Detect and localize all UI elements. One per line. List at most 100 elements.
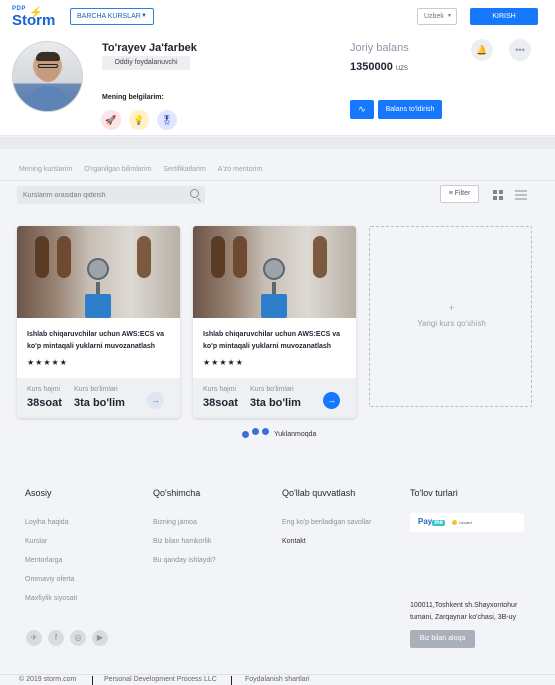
footer-divider xyxy=(0,674,555,675)
course-footer: Kurs hajmi 38soat Kurs bo'limlari 3ta bo… xyxy=(193,378,356,418)
payment-methods: Pay me Uzcard xyxy=(410,513,524,532)
footer-heading-main: Asosiy xyxy=(25,488,52,498)
footer-link[interactable]: Ommaviy oferta xyxy=(25,576,74,583)
footer-link[interactable]: Bizning jamoa xyxy=(153,519,197,526)
modules-label: Kurs bo'limlari xyxy=(74,386,118,393)
medal-icon[interactable]: 🎖 xyxy=(157,110,177,130)
grid-view-icon[interactable] xyxy=(493,190,503,200)
balance-amount: 1350000 UZS xyxy=(350,61,408,73)
footer-link[interactable]: Kurslar xyxy=(25,538,47,545)
payme-logo: Pay me xyxy=(418,517,445,526)
avatar xyxy=(12,41,83,112)
terms-link[interactable]: Foydalanish shartlari xyxy=(245,676,310,683)
logo[interactable]: PDP ⚡ Storm xyxy=(12,6,64,30)
tabs-divider xyxy=(0,180,555,181)
bulb-icon[interactable]: 💡 xyxy=(129,110,149,130)
filter-icon: ≡ xyxy=(448,190,453,197)
separator xyxy=(231,676,232,685)
separator xyxy=(92,676,93,685)
search-icon[interactable] xyxy=(190,189,199,198)
course-footer: Kurs hajmi 38soat Kurs bo'limlari 3ta bo… xyxy=(17,378,180,418)
login-button[interactable]: KIRISH xyxy=(470,8,538,25)
course-title[interactable]: Ishlab chiqaruvchilar uchun AWS:ECS va k… xyxy=(203,329,349,353)
facebook-icon[interactable]: f xyxy=(48,630,64,646)
course-card[interactable]: Ishlab chiqaruvchilar uchun AWS:ECS va k… xyxy=(193,226,356,418)
section-divider xyxy=(0,137,555,149)
footer-link[interactable]: Bu qanday ishlaydi? xyxy=(153,557,216,564)
modules-value: 3ta bo'lim xyxy=(250,397,301,409)
loading-dot xyxy=(242,431,249,438)
bell-icon[interactable]: 🔔 xyxy=(471,39,493,61)
courses-dropdown[interactable]: BARCHA KURSLAR ▼ xyxy=(70,8,154,25)
modules-value: 3ta bo'lim xyxy=(74,397,125,409)
copyright: © 2019 storm.com xyxy=(19,676,77,683)
avatar-glasses xyxy=(38,64,58,68)
footer-heading-extra: Qo'shimcha xyxy=(153,488,201,498)
filter-button[interactable]: ≡ Filter xyxy=(440,185,479,203)
footer-link[interactable]: Mentorlarga xyxy=(25,557,62,564)
topup-button[interactable]: Balans to'ldirish xyxy=(378,100,442,119)
add-course-label: Yangi kurs qo'shish xyxy=(417,319,486,328)
language-label: Uzbek xyxy=(424,13,444,20)
user-name: To'rayev Ja'farbek xyxy=(102,42,197,54)
avatar-shirt xyxy=(25,86,71,111)
rating-stars: ★★★★★ xyxy=(203,358,244,367)
footer: Asosiy Loyiha haqida Kurslar Mentorlarga… xyxy=(0,470,555,685)
tab-my-courses[interactable]: Mening kurslarim xyxy=(19,166,72,173)
duration-value: 38soat xyxy=(27,397,62,409)
profile-tabs: Mening kurslarim O'rganilgan bilimlarim … xyxy=(19,166,274,173)
arrow-right-icon[interactable]: → xyxy=(147,392,164,409)
course-title[interactable]: Ishlab chiqaruvchilar uchun AWS:ECS va k… xyxy=(27,329,173,353)
balance-value: 1350000 xyxy=(350,61,393,73)
footer-link[interactable]: Maxfiylik siyosati xyxy=(25,595,77,602)
search-input[interactable] xyxy=(17,186,185,204)
chevron-down-icon: ▼ xyxy=(447,13,452,19)
contact-button[interactable]: Biz bilan aloqa xyxy=(410,630,475,648)
course-image xyxy=(193,226,356,318)
activity-icon[interactable]: ∿ xyxy=(350,100,374,119)
rocket-icon[interactable]: 🚀 xyxy=(101,110,121,130)
modules-label: Kurs bo'limlari xyxy=(250,386,294,393)
footer-link[interactable]: Loyiha haqida xyxy=(25,519,69,526)
more-icon[interactable]: ••• xyxy=(509,39,531,61)
duration-label: Kurs hajmi xyxy=(203,386,237,393)
arrow-right-icon[interactable]: → xyxy=(323,392,340,409)
course-card[interactable]: Ishlab chiqaruvchilar uchun AWS:ECS va k… xyxy=(17,226,180,418)
footer-link[interactable]: Kontakt xyxy=(282,538,306,545)
search-box xyxy=(17,186,205,204)
tab-my-mentor[interactable]: A'zo mentorim xyxy=(218,166,263,173)
duration-label: Kurs hajmi xyxy=(27,386,61,393)
plus-icon: + xyxy=(448,303,455,313)
list-view-icon[interactable] xyxy=(515,190,527,200)
footer-heading-support: Qo'llab quvvatlash xyxy=(282,488,356,498)
address: 100011,Toshkent sh.Shayxontohur tumani, … xyxy=(410,602,518,621)
logo-storm: Storm xyxy=(12,12,56,29)
add-course-card[interactable]: + Yangi kurs qo'shish xyxy=(369,226,532,407)
avatar-hair xyxy=(36,52,60,61)
tab-learned-skills[interactable]: O'rganilgan bilimlarim xyxy=(84,166,151,173)
duration-value: 38soat xyxy=(203,397,238,409)
footer-link[interactable]: Eng ko'p beriladigan savollar xyxy=(282,519,371,526)
filter-label: Filter xyxy=(454,190,471,197)
company-name: Personal Development Process LLC xyxy=(104,676,217,683)
tab-certificates[interactable]: Sertifikatlarim xyxy=(163,166,205,173)
courses-dropdown-label: BARCHA KURSLAR xyxy=(77,13,141,20)
loading-text: Yuklanmoqda xyxy=(274,431,317,438)
top-bar: PDP ⚡ Storm BARCHA KURSLAR ▼ Uzbek ▼ KIR… xyxy=(0,0,555,34)
badges-label: Mening belgilarim: xyxy=(102,94,164,101)
language-select[interactable]: Uzbek ▼ xyxy=(417,8,457,25)
chevron-down-icon: ▼ xyxy=(141,13,147,19)
loading-dot xyxy=(252,428,259,435)
youtube-icon[interactable]: ▶ xyxy=(92,630,108,646)
uzcard-logo: Uzcard xyxy=(452,519,472,527)
footer-heading-payments: To'lov turlari xyxy=(410,488,458,498)
balance-currency: UZS xyxy=(395,66,408,72)
rating-stars: ★★★★★ xyxy=(27,358,68,367)
instagram-icon[interactable]: ◎ xyxy=(70,630,86,646)
loading-dot xyxy=(262,428,269,435)
user-role-badge: Oddiy foydalanuvchi xyxy=(102,56,190,70)
profile-panel: To'rayev Ja'farbek Oddiy foydalanuvchi M… xyxy=(0,34,555,136)
footer-link[interactable]: Biz bilan hamkorlik xyxy=(153,538,211,545)
telegram-icon[interactable]: ✈ xyxy=(26,630,42,646)
balance-label: Joriy balans xyxy=(350,42,409,54)
